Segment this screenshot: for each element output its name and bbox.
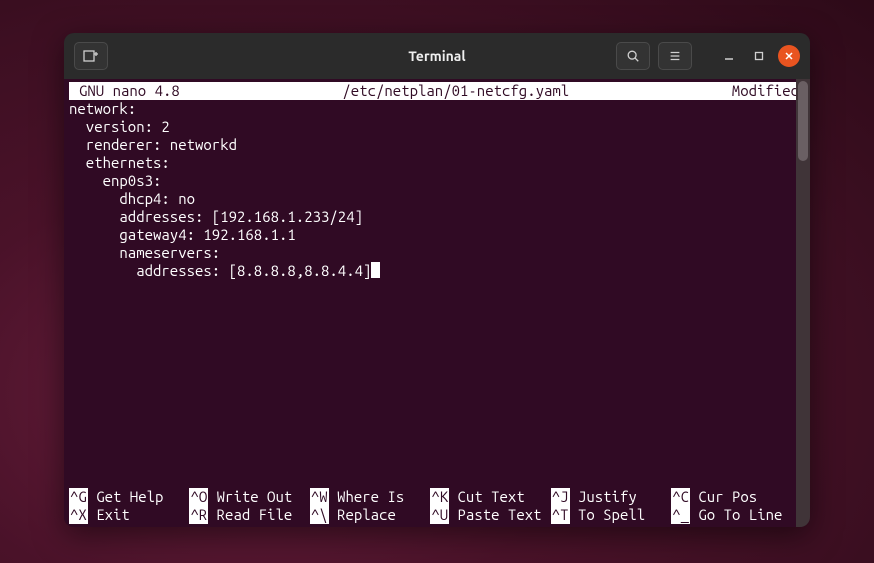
nano-shortcut: ^UPaste Text <box>430 506 550 524</box>
shortcut-label: Paste Text <box>449 506 541 524</box>
close-button[interactable] <box>778 45 800 67</box>
editor-line: renderer: networkd <box>69 136 805 154</box>
hamburger-icon <box>668 49 682 63</box>
terminal-window: Terminal <box>64 33 810 527</box>
shortcut-key: ^J <box>551 488 570 506</box>
nano-footer-row2: ^XExit^RRead File^\Replace^UPaste Text^T… <box>69 506 792 524</box>
nano-version: GNU nano 4.8 <box>71 82 180 100</box>
shortcut-key: ^K <box>430 488 449 506</box>
nano-status: Modified <box>732 82 803 100</box>
shortcut-key: ^\ <box>310 506 329 524</box>
editor-line: gateway4: 192.168.1.1 <box>69 226 805 244</box>
editor-content[interactable]: network:version: 2renderer: networkdethe… <box>69 100 805 280</box>
nano-shortcut: ^XExit <box>69 506 189 524</box>
window-title: Terminal <box>408 48 465 64</box>
nano-header: GNU nano 4.8 /etc/netplan/01-netcfg.yaml… <box>69 82 805 100</box>
nano-shortcut: ^WWhere Is <box>310 488 430 506</box>
shortcut-key: ^_ <box>671 506 690 524</box>
nano-shortcut: ^JJustify <box>551 488 671 506</box>
text-cursor <box>371 262 379 278</box>
editor-line: ethernets: <box>69 154 805 172</box>
nano-shortcut: ^KCut Text <box>430 488 550 506</box>
editor-line: version: 2 <box>69 118 805 136</box>
titlebar: Terminal <box>64 33 810 79</box>
nano-shortcut: ^\Replace <box>310 506 430 524</box>
shortcut-label: Exit <box>88 506 130 524</box>
menu-button[interactable] <box>658 42 692 70</box>
editor-line: addresses: [192.168.1.233/24] <box>69 208 805 226</box>
scrollbar[interactable] <box>796 79 810 527</box>
nano-shortcut: ^RRead File <box>189 506 309 524</box>
scrollbar-thumb[interactable] <box>798 81 808 161</box>
search-button[interactable] <box>616 42 650 70</box>
editor-line: nameservers: <box>69 244 805 262</box>
nano-shortcut: ^GGet Help <box>69 488 189 506</box>
shortcut-label: Write Out <box>208 488 292 506</box>
nano-shortcut: ^TTo Spell <box>551 506 671 524</box>
shortcut-label: Where Is <box>329 488 405 506</box>
nano-footer: ^GGet Help^OWrite Out^WWhere Is^KCut Tex… <box>69 488 792 524</box>
editor-line: addresses: [8.8.8.8,8.8.4.4] <box>69 262 805 280</box>
nano-footer-row1: ^GGet Help^OWrite Out^WWhere Is^KCut Tex… <box>69 488 792 506</box>
shortcut-label: Cur Pos <box>690 488 757 506</box>
shortcut-key: ^R <box>189 506 208 524</box>
shortcut-label: To Spell <box>570 506 646 524</box>
shortcut-label: Read File <box>208 506 292 524</box>
search-icon <box>626 49 640 63</box>
maximize-icon <box>753 50 765 62</box>
titlebar-right-controls <box>616 42 800 70</box>
shortcut-key: ^G <box>69 488 88 506</box>
close-icon <box>783 50 795 62</box>
editor-line: enp0s3: <box>69 172 805 190</box>
minimize-icon <box>723 50 735 62</box>
nano-shortcut: ^_Go To Line <box>671 506 791 524</box>
shortcut-key: ^X <box>69 506 88 524</box>
shortcut-label: Justify <box>570 488 637 506</box>
editor-line: network: <box>69 100 805 118</box>
shortcut-key: ^W <box>310 488 329 506</box>
nano-filename: /etc/netplan/01-netcfg.yaml <box>180 82 732 100</box>
minimize-button[interactable] <box>718 45 740 67</box>
new-tab-button[interactable] <box>74 42 108 70</box>
shortcut-key: ^T <box>551 506 570 524</box>
nano-shortcut: ^OWrite Out <box>189 488 309 506</box>
shortcut-key: ^O <box>189 488 208 506</box>
shortcut-key: ^U <box>430 506 449 524</box>
new-tab-icon <box>83 48 99 64</box>
terminal-body[interactable]: GNU nano 4.8 /etc/netplan/01-netcfg.yaml… <box>64 79 810 527</box>
shortcut-label: Get Help <box>88 488 164 506</box>
shortcut-label: Go To Line <box>690 506 782 524</box>
shortcut-label: Replace <box>329 506 396 524</box>
maximize-button[interactable] <box>748 45 770 67</box>
shortcut-label: Cut Text <box>449 488 525 506</box>
editor-line: dhcp4: no <box>69 190 805 208</box>
shortcut-key: ^C <box>671 488 690 506</box>
nano-shortcut: ^CCur Pos <box>671 488 791 506</box>
